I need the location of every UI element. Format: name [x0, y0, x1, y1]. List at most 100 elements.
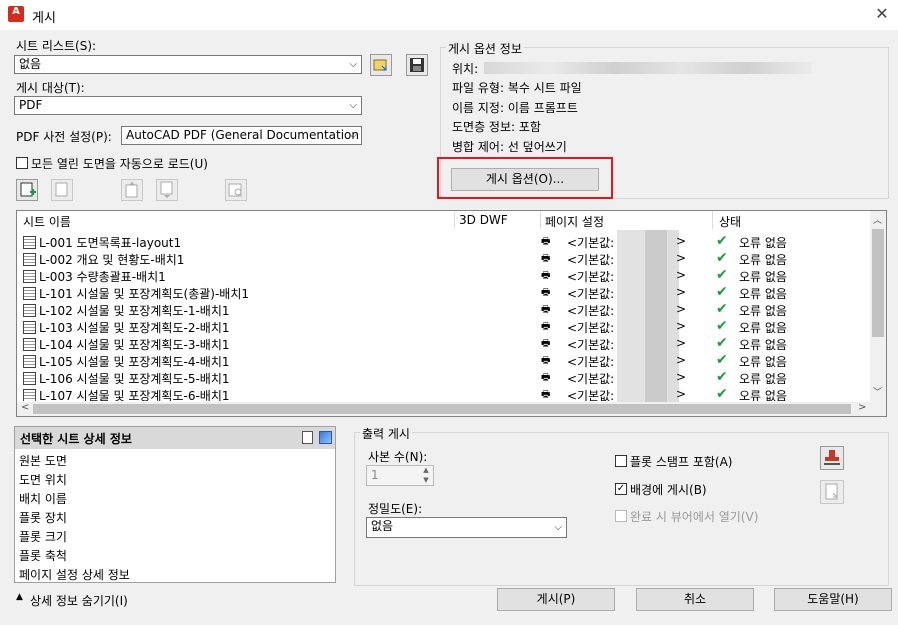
remove-sheets-button[interactable] [51, 179, 73, 201]
location-value-redacted [484, 62, 812, 74]
details-image-icon[interactable] [319, 431, 332, 444]
scroll-left-icon[interactable]: < [21, 402, 29, 413]
layer-info: 도면층 정보: 포함 [452, 120, 541, 134]
page-setup-end: > [676, 336, 687, 350]
status-text: 오류 없음 [739, 389, 787, 401]
sheet-name: L-106 시설물 및 포장계획도-5-배치1 [39, 372, 230, 386]
scroll-up-icon[interactable]: ︿ [873, 213, 882, 226]
sheet-icon [23, 236, 36, 249]
table-row[interactable]: L-102 시설물 및 포장계획도-1-배치1 🖶 <기본값: > ✔ 오류 없… [19, 301, 869, 319]
table-row[interactable]: L-106 시설물 및 포장계획도-5-배치1 🖶 <기본값: > ✔ 오류 없… [19, 369, 869, 387]
hscrollbar-thumb[interactable] [33, 404, 851, 414]
remove-sheet-icon [55, 182, 68, 197]
publish-to-dropdown[interactable]: PDF ⌵ [14, 96, 362, 115]
sheet-name: L-001 도면목록표-layout1 [39, 236, 182, 250]
merge-control-info: 병합 제어: 선 덮어쓰기 [452, 140, 567, 154]
status-text: 오류 없음 [739, 372, 787, 386]
hide-details-toggle[interactable]: 상세 정보 숨기기(I) [30, 592, 128, 609]
sheet-icon [23, 287, 36, 300]
background-publish-checkbox[interactable]: ✓ [615, 483, 627, 495]
table-row[interactable]: L-103 시설물 및 포장계획도-2-배치1 🖶 <기본값: > ✔ 오류 없… [19, 318, 869, 336]
sheet-icon [23, 389, 36, 401]
details-header: 선택한 시트 상세 정보 [15, 427, 335, 449]
preview-button[interactable] [225, 179, 247, 201]
location-label: 위치: [452, 62, 479, 76]
copies-stepper[interactable]: 1 ▲ ▼ [366, 465, 434, 486]
status-text: 오류 없음 [739, 287, 787, 301]
page-setup-end: > [676, 234, 687, 248]
table-row[interactable]: L-003 수량총괄표-배치1 🖶 <기본값: > ✔ 오류 없음 [19, 267, 869, 285]
page-setup-value: <기본값: [567, 236, 615, 250]
plot-stamp-settings-button[interactable] [820, 446, 844, 470]
details-item-plot-scale: 플롯 축척 [19, 549, 67, 563]
column-header-page-setup[interactable]: 페이지 설정 [545, 213, 604, 230]
table-row[interactable]: L-107 시설물 및 포장계획도-6-배치1 🖶 <기본값: > ✔ 오류 없… [19, 387, 869, 401]
precision-dropdown[interactable]: 없음 ⌵ [366, 517, 567, 538]
copies-value: 1 [371, 468, 379, 482]
page-setup-end: > [676, 251, 687, 265]
sheet-list-value: 없음 [19, 57, 42, 71]
sheet-icon [23, 321, 36, 334]
check-icon: ✔ [716, 301, 728, 317]
sheet-name: L-105 시설물 및 포장계획도-4-배치1 [39, 355, 230, 369]
details-item-plot-size: 플롯 크기 [19, 530, 67, 544]
table-row[interactable]: L-105 시설물 및 포장계획도-4-배치1 🖶 <기본값: > ✔ 오류 없… [19, 352, 869, 370]
autocad-app-icon: A [8, 6, 24, 22]
publish-options-button[interactable]: 게시 옵션(O)... [451, 168, 599, 191]
precision-label: 정밀도(E): [368, 502, 423, 516]
help-button[interactable]: 도움말(H) [774, 588, 892, 611]
scroll-down-icon[interactable]: ﹀ [873, 385, 882, 398]
page-setup-end: > [676, 387, 687, 401]
status-text: 오류 없음 [739, 321, 787, 335]
check-icon: ✔ [716, 233, 728, 249]
move-sheet-up-button[interactable] [121, 179, 143, 201]
sheet-table[interactable]: 시트 이름 3D DWF 페이지 설정 상태 L-001 도면목록표-layou… [16, 210, 887, 417]
save-sheet-list-button[interactable] [406, 54, 428, 76]
auto-load-checkbox[interactable] [16, 157, 28, 169]
decrement-icon[interactable]: ▼ [419, 476, 433, 485]
page-setup-end: > [676, 302, 687, 316]
page-setup-icon: 🖶 [541, 389, 551, 400]
check-icon: ✔ [716, 387, 728, 401]
column-header-sheet-name[interactable]: 시트 이름 [23, 213, 71, 230]
details-item-source-drawing: 원본 도면 [19, 454, 67, 468]
check-icon: ✔ [716, 284, 728, 300]
column-header-status[interactable]: 상태 [719, 213, 741, 230]
scroll-right-icon[interactable]: > [858, 402, 866, 413]
close-icon[interactable]: ✕ [872, 4, 892, 24]
naming-info: 이름 지정: 이름 프롬프트 [452, 101, 578, 115]
table-row[interactable]: L-104 시설물 및 포장계획도-3-배치1 🖶 <기본값: > ✔ 오류 없… [19, 335, 869, 353]
table-row[interactable]: L-002 개요 및 현황도-배치1 🖶 <기본값: > ✔ 오류 없음 [19, 250, 869, 268]
copies-label: 사본 수(N): [368, 450, 428, 464]
sheet-icon [23, 338, 36, 351]
add-sheets-button[interactable] [16, 179, 38, 201]
auto-load-label: 모든 열린 도면을 자동으로 로드(U) [31, 157, 208, 171]
table-row[interactable]: L-001 도면목록표-layout1 🖶 <기본값: > ✔ 오류 없음 [19, 233, 869, 251]
open-in-viewer-checkbox[interactable] [615, 510, 627, 522]
check-icon: ✔ [716, 318, 728, 334]
cancel-button[interactable]: 취소 [636, 588, 754, 611]
column-header-3d-dwf[interactable]: 3D DWF [459, 213, 508, 227]
collapse-arrow-icon[interactable]: ▲ [16, 592, 23, 602]
open-in-viewer-label: 완료 시 뷰어에서 열기(V) [630, 510, 759, 524]
horizontal-scrollbar[interactable]: < > [17, 402, 886, 416]
chevron-down-icon: ⌵ [554, 522, 562, 533]
publish-button[interactable]: 게시(P) [497, 588, 615, 611]
plot-stamp-checkbox[interactable] [615, 455, 627, 467]
add-sheet-icon [20, 182, 36, 197]
pdf-preset-dropdown[interactable]: AutoCAD PDF (General Documentation ⌵ [121, 126, 362, 145]
move-sheet-down-button[interactable] [156, 179, 178, 201]
sheet-icon [23, 253, 36, 266]
sheet-icon [23, 355, 36, 368]
page-setup-icon: 🖶 [541, 355, 551, 366]
load-sheet-list-button[interactable] [370, 54, 392, 76]
vertical-scrollbar[interactable]: ︿ ﹀ [870, 211, 886, 402]
sheet-list-dropdown[interactable]: 없음 ⌵ [14, 55, 362, 74]
chevron-down-icon: ⌵ [349, 130, 357, 141]
sheet-list-label: 시트 리스트(S): [16, 39, 97, 53]
increment-icon[interactable]: ▲ [419, 466, 433, 475]
table-row[interactable]: L-101 시설물 및 포장계획도(총괄)-배치1 🖶 <기본값: > ✔ 오류… [19, 284, 869, 302]
scrollbar-thumb[interactable] [872, 229, 884, 337]
background-settings-button[interactable] [820, 480, 844, 504]
details-copy-icon[interactable] [302, 431, 313, 444]
